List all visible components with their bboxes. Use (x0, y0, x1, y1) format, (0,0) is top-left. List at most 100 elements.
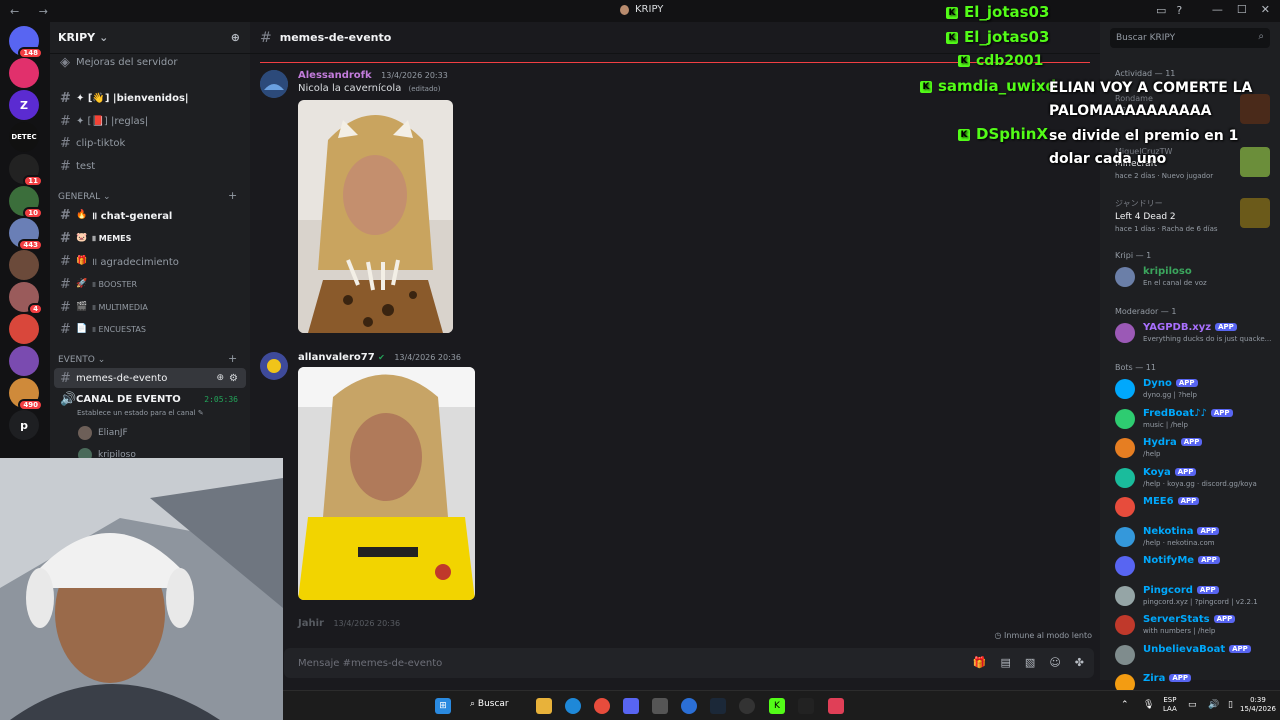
voice-user[interactable]: ElianJF (78, 426, 128, 440)
message-author[interactable]: allanvalero77 ✔ 13/4/2026 20:36 (298, 352, 461, 363)
server-icon[interactable]: p (9, 410, 39, 440)
image-attachment[interactable] (298, 367, 475, 600)
settings-icon[interactable]: ⚙ (229, 373, 238, 384)
kick-icon[interactable]: K (769, 698, 785, 714)
member-item[interactable]: Hydra APP/help (1115, 436, 1275, 462)
channel-booster[interactable]: # 🚀 ॥ BOOSTER (54, 274, 246, 294)
member-item[interactable]: FredBoat♪♪ APP music | /help (1115, 407, 1275, 433)
gif-icon[interactable]: ▤ (1001, 656, 1011, 669)
channel-memes[interactable]: # 🐷 ॥ MEMES (54, 228, 246, 248)
member-item[interactable]: UnbelievaBoat APP (1115, 643, 1275, 669)
server-name: KRIPY (58, 31, 96, 44)
server-boost-item[interactable]: ◈ Mejoras del servidor (54, 52, 246, 72)
search-input[interactable]: Buscar KRIPY ⌕ (1110, 28, 1270, 48)
channel-chat-general[interactable]: # 🔥 ॥ chat-general (54, 205, 246, 225)
category-general[interactable]: GENERAL ⌄ (58, 192, 111, 202)
obs-icon[interactable] (739, 698, 755, 714)
add-channel-icon[interactable]: + (228, 352, 237, 365)
voice-channel-evento[interactable]: 🔊 CANAL DE EVENTO 2:05:36 (54, 390, 246, 408)
maximize-button[interactable]: ☐ (1237, 3, 1247, 16)
slowmode-notice: ◷ Inmune al modo lento (994, 631, 1092, 640)
channel-label: ॥ MULTIMEDIA (91, 302, 148, 312)
hash-icon: # (60, 253, 71, 269)
apps-icon[interactable]: ✤ (1075, 656, 1084, 669)
server-icon[interactable]: 11 (9, 154, 43, 187)
avatar[interactable] (260, 352, 288, 380)
server-header[interactable]: KRIPY ⌄ ⊕ (50, 22, 250, 54)
member-item[interactable]: MEE6 APP (1115, 495, 1275, 521)
message-author[interactable]: Jahir 13/4/2026 20:36 (298, 618, 400, 629)
member-item[interactable]: ServerStats APP with numbers | /help (1115, 613, 1275, 639)
voice-status[interactable]: Establece un estado para el canal ✎ (77, 409, 204, 417)
network-icon[interactable]: ▭ (1188, 701, 1197, 710)
add-channel-icon[interactable]: + (228, 189, 237, 202)
server-icon[interactable]: 490 (9, 378, 43, 411)
language-indicator[interactable]: ESP LAA (1163, 696, 1177, 714)
emoji-icon[interactable]: ☺ (1049, 656, 1060, 669)
channel-memes-de-evento[interactable]: # memes-de-evento ⚙ ⊕ (54, 368, 246, 388)
server-icon[interactable]: DETEC (9, 122, 39, 152)
member-item[interactable]: Dyno APP dyno.gg | ?help (1115, 377, 1275, 403)
channel-clip-tiktok[interactable]: # clip-tiktok (54, 133, 246, 153)
avatar (78, 426, 92, 440)
server-icon[interactable]: 10 (9, 186, 43, 219)
channel-test[interactable]: # test (54, 156, 246, 176)
channel-reglas[interactable]: # ✦ [📕] |reglas| (54, 111, 246, 131)
member-item[interactable]: NotifyMe APP (1115, 554, 1275, 580)
minimize-button[interactable]: — (1212, 3, 1223, 16)
app-badge: APP (1175, 379, 1198, 387)
microphone-icon[interactable]: 🎙 (1143, 701, 1154, 710)
channel-encuestas[interactable]: # 📄 ॥ ENCUESTAS (54, 319, 246, 339)
member-item[interactable]: YAGPDB.xyz APP Everything ducks do is just… (1115, 321, 1275, 347)
channel-label: ॥ chat-general (91, 211, 173, 222)
help-icon[interactable]: ? (1176, 4, 1182, 17)
channel-agradecimiento[interactable]: # 🎁 ॥ agradecimiento (54, 251, 246, 271)
member-item[interactable]: Nekotina APP/help · nekotina.com (1115, 525, 1275, 551)
tiktok-icon[interactable] (828, 698, 844, 714)
taskbar-search[interactable]: ⌕ Buscar (470, 699, 509, 709)
member-name: Nekotina APP (1143, 526, 1220, 537)
server-icon[interactable] (9, 346, 39, 376)
volume-icon[interactable]: 🔊 (1208, 701, 1219, 710)
activity-card[interactable]: ジャンドリー Left 4 Dead 2 hace 1 días · Racha… (1115, 198, 1270, 233)
tray-chevron-icon[interactable]: ⌃ (1121, 701, 1129, 710)
message-author[interactable]: Alessandrofk 13/4/2026 20:33 (298, 70, 448, 81)
server-icon[interactable]: 148 (9, 26, 43, 59)
server-icon[interactable]: Z (9, 90, 39, 120)
file-explorer-icon[interactable] (536, 698, 552, 714)
member-item[interactable]: kripiloso En el canal de voz (1115, 265, 1275, 291)
epic-games-icon[interactable] (798, 698, 814, 714)
channel-multimedia[interactable]: # 🎬 ॥ MULTIMEDIA (54, 297, 246, 317)
add-member-icon[interactable]: ⊕ (216, 373, 224, 383)
battery-icon[interactable]: ▯ (1228, 701, 1233, 710)
avatar[interactable] (260, 70, 288, 98)
message-input[interactable]: Mensaje #memes-de-evento 🎁 ▤ ▧ ☺ ✤ (284, 648, 1094, 678)
invite-icon[interactable]: ⊕ (231, 31, 240, 44)
channel-bienvenidos[interactable]: # ✦ [👋] |bienvenidos| (54, 88, 246, 108)
inbox-icon[interactable]: ▭ (1156, 4, 1166, 17)
member-item[interactable]: Pingcord APP pingcord.xyz | ?pingcord | v2… (1115, 584, 1275, 610)
image-attachment[interactable] (298, 100, 453, 333)
sticker-icon[interactable]: ▧ (1025, 656, 1035, 669)
close-button[interactable]: ✕ (1261, 3, 1270, 16)
chrome-icon[interactable] (594, 698, 610, 714)
category-evento[interactable]: EVENTO ⌄ (58, 355, 105, 365)
windows-start-icon[interactable]: ⊞ (435, 698, 451, 714)
server-icon[interactable] (9, 250, 39, 280)
member-name: kripiloso (1143, 266, 1192, 277)
server-icon[interactable]: 443 (9, 218, 43, 251)
nav-arrows[interactable]: ← → (10, 5, 56, 18)
edge-icon[interactable] (565, 698, 581, 714)
hash-icon: # (60, 276, 71, 292)
server-icon[interactable] (9, 314, 39, 344)
app-icon[interactable] (652, 698, 668, 714)
member-item[interactable]: Koya APP/help · koya.gg · discord.gg/koya (1115, 466, 1275, 492)
app-icon[interactable] (681, 698, 697, 714)
member-status: /help · nekotina.com (1143, 538, 1215, 547)
gift-icon[interactable]: 🎁 (973, 656, 987, 669)
discord-icon[interactable] (623, 698, 639, 714)
steam-icon[interactable] (710, 698, 726, 714)
clock[interactable]: 0:39 15/4/2026 (1240, 696, 1276, 714)
server-icon[interactable] (9, 58, 39, 88)
server-icon[interactable]: 4 (9, 282, 43, 315)
